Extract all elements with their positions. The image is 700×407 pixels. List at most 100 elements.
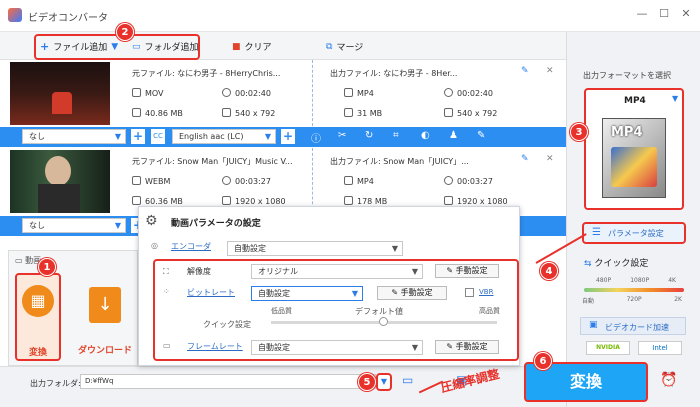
vbr-checkbox[interactable] (465, 288, 474, 297)
crop-icon[interactable]: ⌗ (393, 130, 399, 141)
add-subtitle-button[interactable]: + (131, 129, 145, 144)
chevron-down-icon: ▼ (114, 221, 121, 230)
quick-1080p: 1080P (630, 277, 650, 284)
subtitle-select[interactable]: なし ▼ (22, 218, 126, 233)
chevron-down-icon: ▼ (391, 244, 398, 253)
parameter-settings-button[interactable]: ☰ パラメータ設定 (582, 222, 686, 244)
quick-4k: 4K (668, 277, 676, 284)
cut-icon[interactable]: ✂ (338, 130, 346, 141)
close-icon[interactable]: ✕ (678, 6, 694, 22)
add-file-button[interactable]: + ファイル追加 ▼ (40, 40, 118, 53)
merge-label: マージ (336, 43, 364, 53)
slider-thumb[interactable] (379, 317, 388, 326)
alarm-clock-icon[interactable]: ⏰ (660, 372, 677, 388)
annotation-badge-5: 5 (358, 373, 376, 391)
encoder-label[interactable]: エンコーダ (171, 241, 211, 252)
clock-icon (444, 88, 453, 97)
vbr-label[interactable]: VBR (479, 288, 493, 296)
maximize-icon[interactable]: ☐ (656, 6, 672, 22)
edit-subtitle-icon[interactable]: ✎ (477, 130, 485, 141)
remove-icon[interactable]: ✕ (546, 154, 554, 164)
chevron-down-icon: ▼ (351, 289, 358, 298)
chevron-down-icon: ▼ (411, 343, 418, 352)
output-format-value: MP4 (357, 177, 374, 186)
mode-panel: ▭ 動画 ▦ 変換 ↓ ダウンロード (8, 250, 138, 366)
merge-icon: ⧉ (326, 41, 333, 52)
clock-icon (222, 88, 231, 97)
file-row-1[interactable]: 元ファイル: なにわ男子 - 8HerryChris... MOV 00:02:… (0, 60, 566, 126)
encoder-icon: ◎ (151, 241, 158, 250)
edit-icon[interactable]: ✎ (521, 66, 529, 76)
quality-default-label: デフォルト値 (355, 307, 403, 316)
audio-select[interactable]: English aac (LC) ▼ (172, 129, 276, 144)
thumbnail-face (45, 156, 71, 186)
chevron-down-icon[interactable]: ▼ (111, 42, 118, 52)
plus-icon: + (40, 40, 50, 53)
source-resolution-value: 1920 x 1080 (235, 197, 286, 206)
output-resolution-value: 540 x 792 (457, 109, 498, 118)
subtitle-select-value: なし (29, 221, 45, 230)
download-mode-label: ダウンロード (77, 346, 132, 356)
output-format-selector[interactable]: MP4 ▼ MP4 (584, 88, 684, 210)
convert-mode-button[interactable]: ▦ 変換 (15, 273, 61, 361)
film-icon (344, 176, 353, 185)
chevron-down-icon: ▼ (672, 94, 679, 103)
merge-button[interactable]: ⧉ マージ (326, 40, 364, 54)
source-name: 元ファイル: Snow Man「JUICY」Music V... (132, 157, 293, 166)
download-mode-button[interactable]: ↓ ダウンロード (75, 273, 135, 361)
quick-auto: 自動 (582, 298, 595, 305)
resolution-select[interactable]: オリジナル ▼ (251, 264, 423, 279)
subtitle-select[interactable]: なし ▼ (22, 129, 126, 144)
effect-icon[interactable]: ◐ (421, 130, 430, 141)
bitrate-select[interactable]: 自動設定 ▼ (251, 286, 363, 301)
output-folder-input[interactable]: D:¥ffWq (80, 374, 376, 389)
output-format: MP4 (344, 176, 374, 186)
info-icon[interactable]: ⓘ (311, 130, 321, 145)
bitrate-value: 自動設定 (258, 289, 290, 298)
encoder-value: 自動設定 (234, 244, 266, 253)
bitrate-label[interactable]: ビットレート (187, 287, 235, 298)
open-folder-icon[interactable]: ▭ (402, 373, 413, 387)
source-resolution: 1920 x 1080 (222, 196, 286, 206)
file-row-2[interactable]: 元ファイル: Snow Man「JUICY」Music V... WEBM 00… (0, 148, 566, 214)
quality-high-label: 高品質 (479, 307, 500, 315)
bitrate-manual-button[interactable]: ✎ 手動設定 (377, 286, 447, 300)
add-folder-button[interactable]: ▭ フォルダ追加 (132, 40, 199, 54)
annotation-badge-3: 3 (570, 123, 588, 141)
film-icon (344, 88, 353, 97)
film-icon: ▭ (15, 256, 26, 265)
watermark-icon[interactable]: ♟ (449, 130, 458, 141)
source-duration: 00:02:40 (222, 88, 271, 98)
clear-button[interactable]: ■ クリア (232, 40, 272, 54)
source-resolution-value: 540 x 792 (235, 109, 276, 118)
file-controls-1: なし ▼ + CC English aac (LC) ▼ + ⓘ ✂ ↻ ⌗ ◐ ♟… (0, 127, 566, 147)
framerate-manual-button[interactable]: ✎ 手動設定 (435, 340, 499, 354)
thumbnail-figure (52, 92, 72, 114)
film-icon (132, 88, 141, 97)
resolution-icon (222, 108, 231, 117)
quick-480p: 480P (596, 277, 612, 284)
output-resolution: 540 x 792 (444, 108, 497, 118)
encoder-select[interactable]: 自動設定 ▼ (227, 241, 403, 256)
source-format-value: WEBM (145, 177, 171, 186)
resolution-manual-button[interactable]: ✎ 手動設定 (435, 264, 499, 278)
framerate-label[interactable]: フレームレート (187, 341, 243, 352)
output-folder-dropdown[interactable]: ▼ (376, 373, 392, 391)
framerate-select[interactable]: 自動設定 ▼ (251, 340, 423, 355)
cc-icon[interactable]: CC (151, 129, 165, 144)
output-size-value: 31 MB (357, 109, 383, 118)
quick-settings-slider[interactable] (584, 288, 684, 292)
convert-mode-label: 変換 (28, 348, 47, 358)
add-audio-button[interactable]: + (281, 129, 295, 144)
gpu-acceleration-button[interactable]: ▣ ビデオカード加速 (580, 317, 686, 335)
source-format: WEBM (132, 176, 170, 186)
title-bar: ビデオコンバータ — ☐ ✕ (0, 0, 700, 32)
framerate-value: 自動設定 (258, 343, 290, 352)
output-name: 出力ファイル: Snow Man「JUICY」... (330, 157, 469, 166)
edit-icon[interactable]: ✎ (521, 154, 529, 164)
output-folder-label: 出力フォルダ: (30, 379, 81, 388)
minimize-icon[interactable]: — (634, 6, 650, 22)
remove-icon[interactable]: ✕ (546, 66, 554, 76)
source-size: 60.36 MB (132, 196, 183, 206)
rotate-icon[interactable]: ↻ (365, 130, 373, 141)
